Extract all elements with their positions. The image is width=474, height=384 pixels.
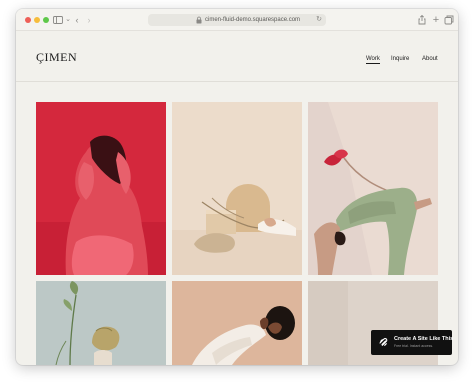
gallery-image-reclining-figure[interactable]: [172, 281, 302, 365]
gallery-image-green-trousers[interactable]: [308, 102, 438, 275]
gallery-image-still-life[interactable]: [172, 102, 302, 275]
cta-title: Create A Site Like This: [394, 336, 454, 342]
nav-link-about[interactable]: About: [422, 56, 438, 62]
new-tab-icon[interactable]: +: [430, 14, 442, 26]
gallery-image-red-portrait[interactable]: [36, 102, 166, 275]
tab-overview-icon[interactable]: [443, 14, 455, 26]
reload-icon[interactable]: ↻: [316, 15, 322, 25]
nav-link-work[interactable]: Work: [366, 56, 380, 64]
url-text: cimen-fluid-demo.squarespace.com: [205, 17, 301, 23]
cta-subtitle: Free trial. Instant access.: [394, 344, 434, 348]
site-header: ÇIMEN Work Inquire About: [16, 31, 458, 82]
squarespace-logo-icon: [379, 338, 388, 346]
zoom-window-button[interactable]: [43, 17, 49, 23]
create-site-cta-button[interactable]: Create A Site Like This Free trial. Inst…: [371, 330, 454, 355]
nav-link-inquire[interactable]: Inquire: [391, 56, 409, 62]
site-logo[interactable]: ÇIMEN: [36, 50, 77, 65]
address-bar[interactable]: cimen-fluid-demo.squarespace.com ↻: [148, 14, 326, 26]
share-icon[interactable]: [416, 14, 428, 26]
forward-arrow-icon[interactable]: ›: [83, 14, 95, 26]
gallery-image-plant-stems[interactable]: [36, 281, 166, 365]
close-window-button[interactable]: [25, 17, 31, 23]
browser-window: ⌄ ‹ › cimen-fluid-demo.squarespace.com ↻…: [16, 9, 458, 365]
back-arrow-icon[interactable]: ‹: [71, 14, 83, 26]
minimize-window-button[interactable]: [34, 17, 40, 23]
lock-icon: [196, 16, 202, 24]
browser-toolbar: ⌄ ‹ › cimen-fluid-demo.squarespace.com ↻…: [16, 9, 458, 31]
